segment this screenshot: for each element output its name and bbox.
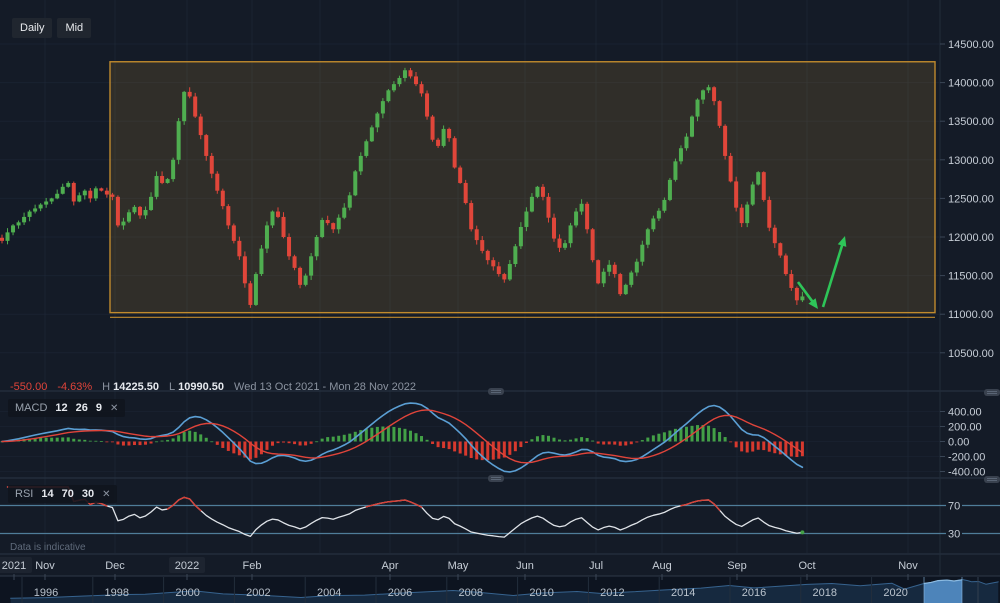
chart-canvas[interactable]: 14500.00 14000.00 13500.00 13000.00 12500.00… xyxy=(0,0,1000,603)
macd-label: MACD xyxy=(15,402,47,414)
svg-text:Sep: Sep xyxy=(727,560,747,572)
svg-text:2008: 2008 xyxy=(459,587,483,599)
svg-text:2020: 2020 xyxy=(883,587,907,599)
svg-text:Jun: Jun xyxy=(516,560,534,572)
rsi-legend: RSI 147030 ✕ xyxy=(8,485,117,503)
svg-text:-200.00: -200.00 xyxy=(948,452,985,464)
macd-params: 12269 xyxy=(55,402,102,414)
svg-text:Feb: Feb xyxy=(243,560,262,572)
data-indicative-note: Data is indicative xyxy=(10,542,86,553)
svg-text:14000.00: 14000.00 xyxy=(948,78,994,90)
date-range: Wed 13 Oct 2021 - Mon 28 Nov 2022 xyxy=(234,381,416,393)
rsi-close-icon[interactable]: ✕ xyxy=(102,489,110,500)
svg-text:11500.00: 11500.00 xyxy=(948,271,993,283)
svg-text:2016: 2016 xyxy=(742,587,766,599)
svg-text:200.00: 200.00 xyxy=(948,422,982,434)
svg-text:2018: 2018 xyxy=(813,587,837,599)
low-stat: L10990.50 xyxy=(169,381,224,393)
chart-toolbar: Daily Mid xyxy=(12,18,91,38)
svg-text:Oct: Oct xyxy=(798,560,815,572)
svg-text:30: 30 xyxy=(948,529,960,541)
svg-text:2012: 2012 xyxy=(600,587,624,599)
rsi-splitter-handle-right[interactable] xyxy=(984,476,1000,483)
rsi-splitter-handle[interactable] xyxy=(488,475,504,482)
macd-legend: MACD 12269 ✕ xyxy=(8,399,125,417)
high-stat: H14225.50 xyxy=(102,381,159,393)
trading-chart-app: 14500.00 14000.00 13500.00 13000.00 12500.00… xyxy=(0,0,1000,603)
svg-text:2022: 2022 xyxy=(175,560,199,572)
svg-text:2010: 2010 xyxy=(529,587,553,599)
svg-text:14500.00: 14500.00 xyxy=(948,39,994,51)
macd-close-icon[interactable]: ✕ xyxy=(110,403,118,414)
svg-text:13000.00: 13000.00 xyxy=(948,155,994,167)
stats-bar: -550.00 -4.63% H14225.50 L10990.50 Wed 1… xyxy=(10,381,416,393)
svg-text:Nov: Nov xyxy=(898,560,918,572)
svg-text:10500.00: 10500.00 xyxy=(948,348,994,360)
svg-text:Nov: Nov xyxy=(35,560,55,572)
range-box-annotation[interactable] xyxy=(110,62,935,318)
svg-text:Apr: Apr xyxy=(381,560,398,572)
svg-text:12000.00: 12000.00 xyxy=(948,232,994,244)
change-value: -550.00 xyxy=(10,381,47,393)
svg-text:12500.00: 12500.00 xyxy=(948,193,994,205)
svg-text:May: May xyxy=(448,560,469,572)
macd-splitter-handle-right[interactable] xyxy=(984,389,1000,396)
svg-text:Aug: Aug xyxy=(652,560,672,572)
svg-text:70: 70 xyxy=(948,501,960,513)
rsi-label: RSI xyxy=(15,488,33,500)
macd-splitter-handle[interactable] xyxy=(488,388,504,395)
svg-text:-400.00: -400.00 xyxy=(948,467,985,479)
svg-text:11000.00: 11000.00 xyxy=(948,309,993,321)
svg-text:2000: 2000 xyxy=(175,587,199,599)
svg-text:1998: 1998 xyxy=(105,587,129,599)
svg-text:2021: 2021 xyxy=(2,560,26,572)
svg-text:2014: 2014 xyxy=(671,587,695,599)
change-percent: -4.63% xyxy=(57,381,92,393)
svg-text:0.00: 0.00 xyxy=(948,437,969,449)
svg-text:Jul: Jul xyxy=(589,560,603,572)
price-type-button[interactable]: Mid xyxy=(57,18,91,38)
svg-text:2006: 2006 xyxy=(388,587,412,599)
svg-text:2004: 2004 xyxy=(317,587,341,599)
svg-text:2002: 2002 xyxy=(246,587,270,599)
svg-text:1996: 1996 xyxy=(34,587,58,599)
timeframe-button[interactable]: Daily xyxy=(12,18,52,38)
svg-text:Dec: Dec xyxy=(105,560,125,572)
svg-text:13500.00: 13500.00 xyxy=(948,116,994,128)
svg-text:400.00: 400.00 xyxy=(948,407,982,419)
rsi-params: 147030 xyxy=(41,488,94,500)
